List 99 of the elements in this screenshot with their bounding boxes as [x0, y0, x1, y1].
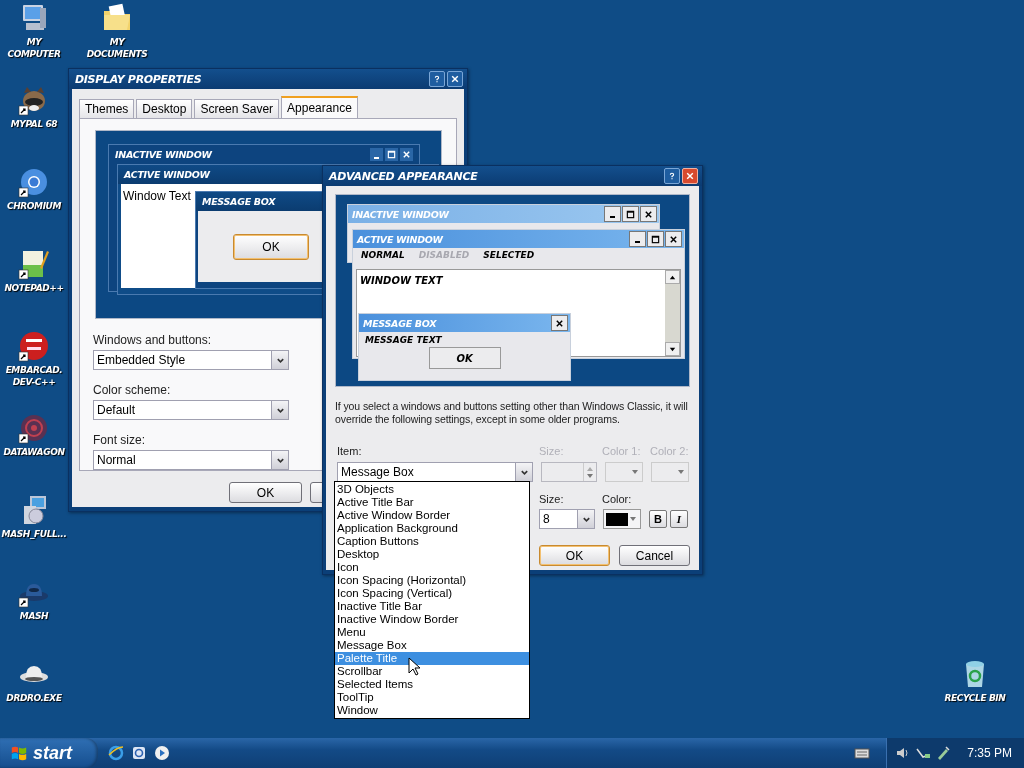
- browser-icon[interactable]: [108, 745, 124, 761]
- window-title: INACTIVE WINDOW: [352, 208, 449, 220]
- field-label: Item:: [337, 445, 362, 457]
- field-label: Color 2:: [650, 445, 689, 457]
- cursor-icon: [408, 657, 420, 676]
- minimize-icon: [610, 215, 615, 218]
- list-item[interactable]: Scrollbar: [335, 665, 529, 678]
- list-item[interactable]: Icon: [335, 561, 529, 574]
- list-item[interactable]: Active Window Border: [335, 509, 529, 522]
- list-item[interactable]: Menu: [335, 626, 529, 639]
- list-item[interactable]: ToolTip: [335, 691, 529, 704]
- field-label: Color scheme:: [93, 383, 171, 397]
- window-text: WINDOW TEXT: [360, 275, 443, 286]
- window-title: ACTIVE WINDOW: [124, 169, 210, 180]
- keyboard-icon[interactable]: [854, 747, 871, 759]
- list-item[interactable]: Icon Spacing (Horizontal): [335, 574, 529, 587]
- dropdown[interactable]: Embedded Style: [93, 350, 289, 370]
- desktop-icon-label[interactable]: EMBARCAD. DEV-C++: [1, 364, 67, 388]
- tab[interactable]: Themes: [79, 99, 135, 118]
- list-item[interactable]: Inactive Window Border: [335, 613, 529, 626]
- dropdown[interactable]: Normal: [93, 450, 289, 470]
- desktop-icon-label[interactable]: MASH_FULL...: [1, 528, 67, 540]
- ok-button[interactable]: OK: [428, 347, 501, 369]
- windows-logo-icon: [10, 744, 28, 762]
- cancel-button[interactable]: Cancel: [619, 545, 690, 566]
- browser-icon[interactable]: [18, 166, 50, 198]
- field-label: Color:: [602, 493, 632, 505]
- minimize-icon: [635, 240, 640, 243]
- item-dropdown[interactable]: Message Box: [337, 462, 533, 482]
- window-title: MESSAGE BOX: [363, 317, 437, 329]
- maximize-icon: [626, 209, 635, 219]
- desktop-icon-label[interactable]: MYPAL 68: [10, 118, 58, 130]
- message-text: MESSAGE TEXT: [364, 334, 443, 345]
- list-item[interactable]: Caption Buttons: [335, 535, 529, 548]
- color-picker[interactable]: [651, 462, 689, 482]
- window-title: ADVANCED APPEARANCE: [329, 169, 478, 183]
- close-icon[interactable]: [682, 168, 698, 184]
- ok-button[interactable]: OK: [233, 233, 309, 260]
- help-icon[interactable]: [664, 168, 680, 184]
- clock: 7:35 PM: [967, 746, 1012, 760]
- caret-icon: [630, 517, 636, 521]
- list-item[interactable]: Message Box: [335, 639, 529, 652]
- chevron-icon: [271, 351, 288, 369]
- list-item[interactable]: Active Title Bar: [335, 496, 529, 509]
- close-icon: [402, 150, 411, 159]
- dev-icon[interactable]: [18, 330, 50, 362]
- field-label: Color 1:: [602, 445, 641, 457]
- desktop-icon-label[interactable]: DRDRO.EXE: [6, 692, 62, 704]
- tab[interactable]: Appearance: [281, 96, 358, 118]
- desktop-icon-label[interactable]: MY DOCUMENTS: [79, 36, 155, 60]
- notepad-icon[interactable]: [18, 248, 50, 280]
- desktop-icon-label[interactable]: RECYCLE BIN: [944, 692, 1006, 704]
- info-text: If you select a windows and buttons setting other than Windows Classic, it will override the following settings, except in some older programs.: [335, 400, 689, 426]
- minimize-icon: [374, 155, 379, 159]
- close-icon[interactable]: [447, 71, 463, 87]
- list-item[interactable]: Selected Items: [335, 678, 529, 691]
- list-item[interactable]: Application Background: [335, 522, 529, 535]
- start-button[interactable]: start: [0, 738, 98, 768]
- desktop-icon-label[interactable]: NOTEPAD++: [4, 282, 64, 294]
- desktop-icon-label[interactable]: MASH: [19, 610, 49, 622]
- color-picker[interactable]: [605, 462, 643, 482]
- chevron-icon: [515, 463, 532, 481]
- italic-button[interactable]: I: [670, 510, 688, 528]
- help-icon[interactable]: [429, 71, 445, 87]
- chevron-icon: [271, 401, 288, 419]
- list-item[interactable]: Window: [335, 704, 529, 717]
- desktop-icon-label[interactable]: MY COMPUTER: [1, 36, 67, 60]
- list-item[interactable]: Desktop: [335, 548, 529, 561]
- chevron-icon: [577, 510, 594, 528]
- dropdown[interactable]: Default: [93, 400, 289, 420]
- close-icon: [669, 234, 678, 244]
- list-item[interactable]: Icon Spacing (Vertical): [335, 587, 529, 600]
- ok-button[interactable]: OK: [539, 545, 610, 566]
- caret-icon: [678, 470, 684, 474]
- font-size-dropdown[interactable]: 8: [539, 509, 595, 529]
- bold-button[interactable]: B: [649, 510, 667, 528]
- ok-button[interactable]: OK: [229, 482, 302, 503]
- field-label: Font size:: [93, 433, 146, 447]
- maximize-icon: [387, 150, 396, 159]
- field-label: Windows and buttons:: [93, 333, 212, 347]
- maximize-icon: [651, 234, 660, 244]
- desktop-icon-label[interactable]: CHROMIUM: [6, 200, 62, 212]
- window-text: Window Text: [123, 189, 191, 203]
- window-title: MESSAGE BOX: [202, 196, 276, 207]
- color-picker[interactable]: [603, 509, 641, 529]
- desktop-icon-label[interactable]: DATAWAGON: [3, 446, 65, 458]
- tab[interactable]: Screen Saver: [194, 99, 280, 118]
- field-label: Size:: [539, 493, 564, 505]
- field-label: Size:: [539, 445, 564, 457]
- window-title: ACTIVE WINDOW: [357, 233, 443, 245]
- list-item[interactable]: Inactive Title Bar: [335, 600, 529, 613]
- media-player-icon[interactable]: [154, 745, 170, 761]
- tab[interactable]: Desktop: [136, 99, 193, 118]
- window-title: DISPLAY PROPERTIES: [75, 72, 202, 86]
- list-item[interactable]: 3D Objects: [335, 483, 529, 496]
- close-icon: [644, 209, 653, 219]
- caret-icon: [632, 470, 638, 474]
- close-icon: [555, 318, 564, 328]
- window-title: INACTIVE WINDOW: [115, 149, 212, 160]
